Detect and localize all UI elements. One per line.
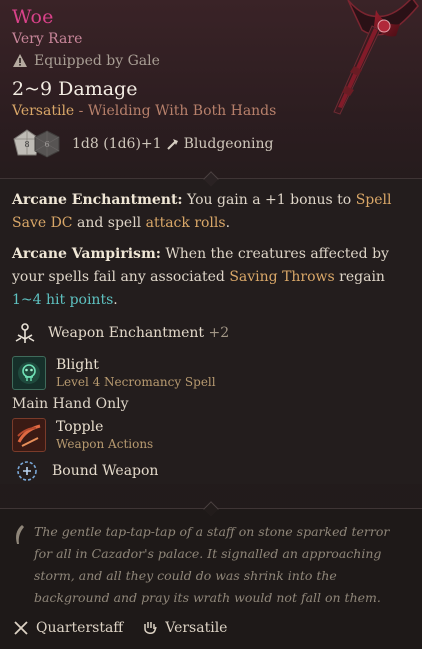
tag-quarterstaff[interactable]: Quarterstaff — [12, 619, 123, 637]
av-text-3: . — [113, 292, 118, 308]
d6-die-icon: 6 — [34, 130, 60, 158]
ae-text-2: and spell — [72, 215, 146, 231]
blight-spell-sub: Level 4 Necromancy Spell — [56, 375, 216, 389]
dice-formula: 1d8 (1d6)+1 — [72, 136, 162, 152]
weapon-enchantment-icon — [12, 320, 38, 346]
d8-die-label: 8 — [24, 140, 29, 149]
bound-weapon-label: Bound Weapon — [52, 463, 159, 479]
tooltip-body: Arcane Enchantment: You gain a +1 bonus … — [0, 171, 422, 484]
weapon-enchantment-label: Weapon Enchantment — [48, 325, 205, 341]
bound-weapon-icon — [12, 458, 42, 484]
topple-action-name: Topple — [56, 419, 104, 435]
bound-weapon-row[interactable]: Bound Weapon — [12, 458, 410, 484]
dice-group: 8 6 — [12, 128, 64, 160]
lore-quill-icon — [16, 525, 24, 544]
damage-type: Bludgeoning — [183, 136, 274, 152]
versatile-keyword[interactable]: Versatile — [12, 103, 74, 119]
arcane-enchantment-title: Arcane Enchantment: — [12, 192, 183, 208]
blight-spell-row[interactable]: Blight Level 4 Necromancy Spell — [12, 356, 410, 390]
topple-action-sub: Weapon Actions — [56, 437, 154, 451]
attack-rolls-link[interactable]: attack rolls — [146, 215, 226, 231]
item-tooltip: Woe Very Rare Equipped by Gale 2~9 Damag… — [0, 0, 422, 649]
topple-action-icon — [12, 418, 46, 452]
av-text-2: regain — [334, 269, 385, 285]
versatile-hand-icon — [144, 622, 157, 634]
weapon-enchantment-row[interactable]: Weapon Enchantment +2 — [12, 320, 410, 346]
tooltip-header: Woe Very Rare Equipped by Gale 2~9 Damag… — [0, 0, 422, 178]
blight-spell-name: Blight — [56, 357, 99, 373]
weapon-tags: Quarterstaff Versatile — [12, 619, 410, 637]
d6-die-label: 6 — [44, 140, 49, 149]
lore-block: The gentle tap-tap-tap of a staff on sto… — [12, 521, 410, 609]
quarterstaff-icon — [14, 621, 28, 635]
arcane-vampirism-text: Arcane Vampirism: When the creatures aff… — [12, 243, 410, 312]
bludgeoning-icon — [166, 139, 178, 150]
weapon-enchantment-value: +2 — [208, 325, 230, 341]
tag-versatile[interactable]: Versatile — [141, 619, 227, 637]
tag-versatile-label: Versatile — [165, 620, 228, 636]
damage-formula: 1d8 (1d6)+1 Bludgeoning — [72, 136, 273, 152]
versatile-detail: - Wielding With Both Hands — [74, 103, 277, 119]
lore-text: The gentle tap-tap-tap of a staff on sto… — [34, 524, 390, 605]
main-hand-only-label: Main Hand Only — [12, 396, 129, 412]
equipped-label: Equipped by Gale — [34, 53, 160, 69]
ae-text-3: . — [225, 215, 231, 231]
ae-text-1: You gain a +1 bonus to — [182, 192, 356, 208]
dice-row: 8 6 1d8 (1d6)+1 Bludgeoning — [12, 128, 410, 160]
arcane-vampirism-title: Arcane Vampirism: — [12, 246, 161, 262]
blight-spell-icon — [12, 356, 46, 390]
staff-weapon-art — [333, 0, 419, 115]
topple-action-row[interactable]: Topple Weapon Actions — [12, 418, 410, 452]
warning-icon — [12, 53, 28, 69]
hit-points-link[interactable]: 1~4 hit points — [12, 292, 113, 308]
tag-quarterstaff-label: Quarterstaff — [36, 620, 124, 636]
saving-throws-link[interactable]: Saving Throws — [229, 269, 334, 285]
arcane-enchantment-text: Arcane Enchantment: You gain a +1 bonus … — [12, 189, 410, 235]
tooltip-footer: The gentle tap-tap-tap of a staff on sto… — [0, 501, 422, 649]
